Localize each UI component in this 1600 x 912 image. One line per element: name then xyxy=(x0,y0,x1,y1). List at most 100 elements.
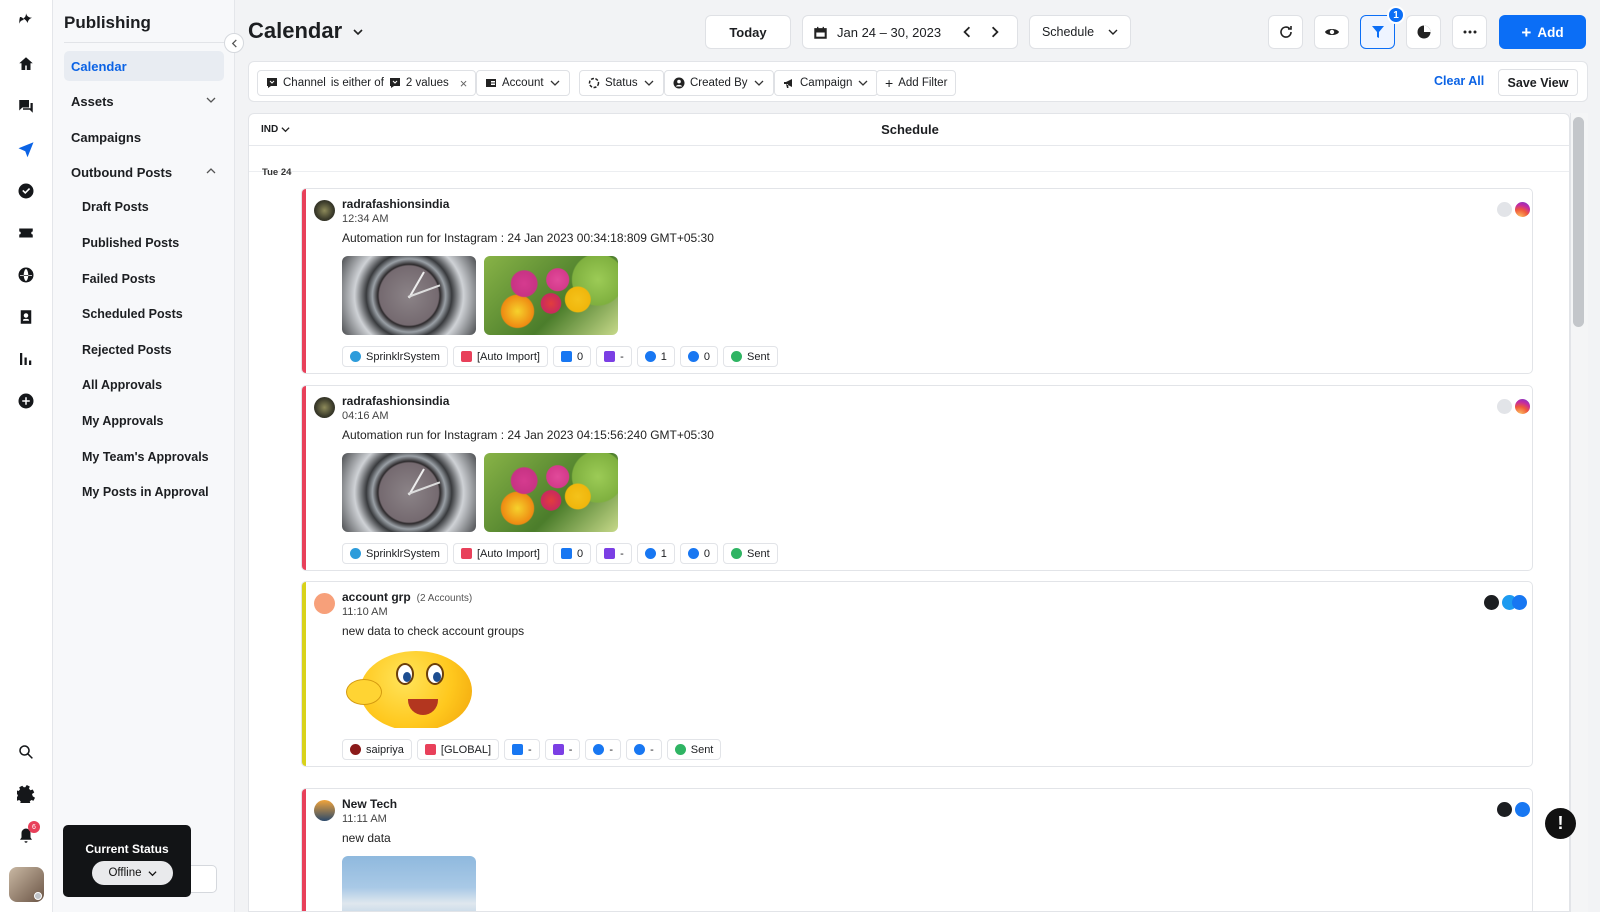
sidebar-item-campaigns[interactable]: Campaigns xyxy=(64,122,224,152)
section-title: Publishing xyxy=(64,13,151,32)
sidebar-subitem-my-posts-in-approval[interactable]: My Posts in Approval xyxy=(82,477,209,507)
thumbs-up-icon xyxy=(560,548,572,559)
sidebar-divider xyxy=(64,42,224,43)
prev-range-button[interactable] xyxy=(961,26,973,38)
filter-chip-channel[interactable]: Channel is either of 2 values × xyxy=(257,70,477,96)
post-card[interactable]: radrafashionsindia 12:34 AM Automation r… xyxy=(301,188,1533,374)
campaign-chip[interactable]: [GLOBAL] xyxy=(416,739,500,760)
ticket-icon[interactable] xyxy=(15,222,37,244)
title-chevron-down-icon[interactable] xyxy=(351,25,365,39)
clear-all-link[interactable]: Clear All xyxy=(1434,74,1484,88)
refresh-button[interactable] xyxy=(1268,15,1303,49)
calendar-icon xyxy=(814,26,827,39)
post-card[interactable]: account grp (2 Accounts) 11:10 AM new dat… xyxy=(301,581,1533,767)
network-icons xyxy=(1497,802,1530,817)
post-account-name[interactable]: New Tech xyxy=(342,797,397,811)
creator-chip[interactable]: SprinklrSystem xyxy=(342,346,448,367)
messages-icon[interactable] xyxy=(15,95,37,117)
views-metric: 1 xyxy=(636,346,675,367)
alert-icon[interactable]: ! xyxy=(1545,808,1576,839)
schedule-title: Schedule xyxy=(881,122,939,137)
sidebar-item-calendar[interactable]: Calendar xyxy=(64,51,224,81)
pie-view-button[interactable] xyxy=(1406,15,1441,49)
user-avatar[interactable] xyxy=(9,867,44,902)
settings-gear-icon[interactable] xyxy=(15,783,37,805)
campaign-chip[interactable]: [Auto Import] xyxy=(452,543,548,564)
status-badge: Sent xyxy=(723,543,778,564)
smiley-image[interactable] xyxy=(342,649,476,728)
preview-button[interactable] xyxy=(1314,15,1349,49)
generic-icon xyxy=(1484,595,1499,610)
filter-chip-status[interactable]: Status xyxy=(579,70,664,96)
notifications-bell-icon[interactable]: 6 xyxy=(15,821,40,847)
contacts-icon[interactable] xyxy=(15,306,37,328)
views-value: - xyxy=(609,743,614,756)
sprinklr-logo-icon[interactable] xyxy=(15,9,37,31)
sidebar-item-assets[interactable]: Assets xyxy=(64,86,224,116)
sidebar-subitem-published-posts[interactable]: Published Posts xyxy=(82,228,179,258)
next-range-button[interactable] xyxy=(989,26,1001,38)
reports-bar-chart-icon[interactable] xyxy=(15,348,37,370)
flowers-image[interactable] xyxy=(484,453,618,532)
sidebar-subitem-scheduled-posts[interactable]: Scheduled Posts xyxy=(82,299,183,329)
post-accent-bar xyxy=(302,789,306,911)
status-dropdown[interactable]: Offline xyxy=(92,861,173,885)
tags-metric: - xyxy=(596,346,632,367)
post-accent-bar xyxy=(302,189,306,373)
globe-icon[interactable] xyxy=(15,264,37,286)
add-circle-icon[interactable] xyxy=(15,390,37,412)
check-circle-icon xyxy=(674,744,686,755)
views-metric: - xyxy=(585,739,622,760)
status-value: Sent xyxy=(747,350,770,363)
post-account-name[interactable]: radrafashionsindia xyxy=(342,394,449,408)
sidebar-subitem-all-approvals[interactable]: All Approvals xyxy=(82,370,162,400)
post-card[interactable]: radrafashionsindia 04:16 AM Automation r… xyxy=(301,385,1533,571)
sidebar-subitem-my-teams-approvals[interactable]: My Team's Approvals xyxy=(82,442,209,472)
view-selector-dropdown[interactable]: Schedule xyxy=(1029,15,1131,49)
sky-image[interactable] xyxy=(342,856,476,911)
watch-image[interactable] xyxy=(342,256,476,335)
chevron-up-icon xyxy=(206,168,216,174)
likes-value: - xyxy=(528,743,532,756)
sidebar-subitem-my-approvals[interactable]: My Approvals xyxy=(82,406,164,436)
add-filter-button[interactable]: + Add Filter xyxy=(876,70,957,96)
home-icon[interactable] xyxy=(15,53,37,75)
collapse-sidebar-button[interactable] xyxy=(224,33,244,53)
sidebar-item-label: Calendar xyxy=(71,58,127,74)
sidebar-subitem-rejected-posts[interactable]: Rejected Posts xyxy=(82,335,172,365)
megaphone-icon xyxy=(460,548,472,559)
watch-image[interactable] xyxy=(342,453,476,532)
sidebar-subitem-draft-posts[interactable]: Draft Posts xyxy=(82,192,149,222)
more-options-button[interactable] xyxy=(1452,15,1487,49)
sidebar-item-outbound-posts[interactable]: Outbound Posts xyxy=(64,157,224,187)
post-account-name[interactable]: radrafashionsindia xyxy=(342,197,449,211)
today-button[interactable]: Today xyxy=(705,15,791,49)
search-icon[interactable] xyxy=(15,741,37,763)
campaign-chip[interactable]: [Auto Import] xyxy=(452,346,548,367)
post-card[interactable]: New Tech 11:11 AM new data xyxy=(301,788,1533,911)
refresh-icon xyxy=(1279,26,1292,38)
save-view-button[interactable]: Save View xyxy=(1498,69,1578,96)
publishing-send-icon[interactable] xyxy=(15,138,37,160)
eye-icon xyxy=(593,744,605,755)
scrollbar-thumb[interactable] xyxy=(1573,117,1584,327)
creator-chip[interactable]: SprinklrSystem xyxy=(342,543,448,564)
account-avatar xyxy=(314,800,335,821)
creator-chip[interactable]: saipriya xyxy=(342,739,412,760)
plus-icon: + xyxy=(1521,22,1532,42)
date-range-picker[interactable]: Jan 24 – 30, 2023 xyxy=(802,15,1018,49)
tag-icon xyxy=(604,351,616,362)
tasks-check-icon[interactable] xyxy=(15,180,37,202)
remove-filter-icon[interactable]: × xyxy=(460,76,468,91)
flowers-image[interactable] xyxy=(484,256,618,335)
post-account-name[interactable]: account grp (2 Accounts) xyxy=(342,590,472,604)
filter-chip-account[interactable]: Account xyxy=(476,70,570,96)
sidebar-subitem-failed-posts[interactable]: Failed Posts xyxy=(82,264,156,294)
campaign-label: [Auto Import] xyxy=(476,547,540,560)
channel-icon xyxy=(389,78,400,88)
likes-metric: - xyxy=(504,739,540,760)
status-badge: Sent xyxy=(666,739,722,760)
filter-chip-campaign[interactable]: Campaign xyxy=(774,70,879,96)
add-button[interactable]: + Add xyxy=(1499,15,1586,49)
filter-chip-created-by[interactable]: Created By xyxy=(664,70,774,96)
